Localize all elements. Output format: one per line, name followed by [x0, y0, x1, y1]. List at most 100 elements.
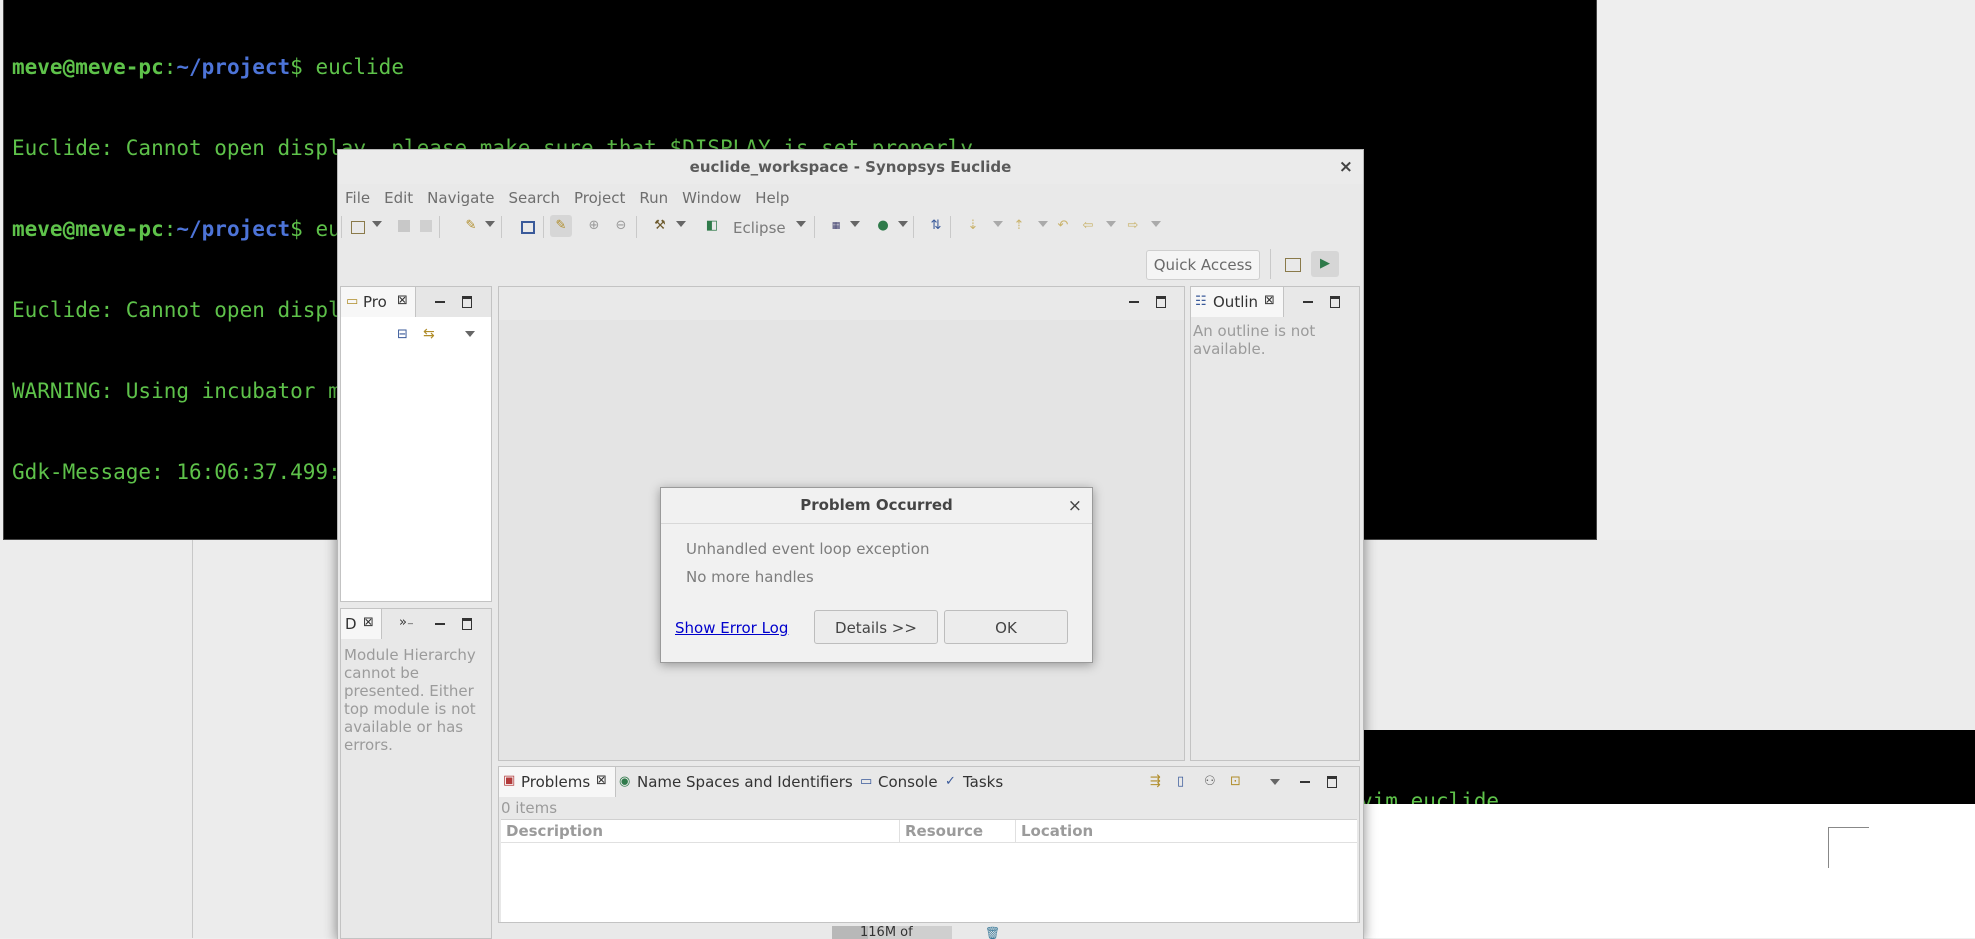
tab-design-hierarchy[interactable]: D ⊠	[341, 609, 382, 639]
run-dropdown-icon[interactable]	[898, 221, 908, 227]
outline-message: An outline is not available.	[1193, 322, 1316, 358]
save-all-icon[interactable]	[420, 220, 432, 232]
editor-header	[499, 287, 1184, 320]
minimize-icon[interactable]	[1303, 301, 1313, 303]
maximize-icon[interactable]	[1156, 296, 1166, 308]
minimize-icon[interactable]	[1300, 781, 1310, 783]
design-tab-label: D	[345, 615, 357, 633]
close-icon[interactable]: ×	[1068, 498, 1082, 515]
highlight-icon[interactable]: ✎	[550, 215, 572, 237]
tab-problems[interactable]: ▣ Problems ⊠	[499, 767, 616, 797]
project-tab-label: Pro	[363, 293, 387, 311]
new-dropdown-icon[interactable]	[372, 221, 382, 227]
back-icon[interactable]: ⇦	[1080, 218, 1096, 234]
dialog-message-1: Unhandled event loop exception	[686, 540, 930, 558]
verdi-dropdown-icon[interactable]	[850, 221, 860, 227]
close-icon[interactable]: ⊠	[596, 773, 607, 788]
tab-project-explorer[interactable]: ▭ Pro ⊠	[341, 287, 416, 317]
close-icon[interactable]: ⊠	[363, 615, 374, 630]
close-icon[interactable]: ⊠	[1264, 293, 1275, 308]
console-icon: ▭	[860, 774, 873, 789]
filter-icon[interactable]: ⇶	[1150, 774, 1161, 789]
table-header: Description Resource Location	[501, 820, 1357, 843]
trash-icon[interactable]: 🗑	[985, 926, 1000, 939]
layout-icon[interactable]: ▯	[1177, 774, 1184, 789]
details-button[interactable]: Details >>	[814, 610, 938, 644]
show-error-log-link[interactable]: Show Error Log	[675, 619, 788, 637]
document-page	[1360, 800, 1975, 938]
ok-button[interactable]: OK	[944, 610, 1068, 644]
wand-icon[interactable]: ✎	[463, 218, 479, 234]
verdi-icon[interactable]: ▦	[828, 218, 844, 234]
menu-help[interactable]: Help	[748, 184, 796, 207]
pin-icon[interactable]: ⊡	[1230, 774, 1241, 789]
prev-annotation-dropdown-icon[interactable]	[1038, 221, 1048, 227]
maximize-icon[interactable]	[462, 618, 472, 630]
forward-dropdown-icon[interactable]	[1151, 221, 1161, 227]
heap-status[interactable]: 116M of 512M	[832, 926, 952, 939]
problems-pane: ▣ Problems ⊠ ◉ Name Spaces and Identifie…	[498, 766, 1360, 923]
close-icon[interactable]: ⊠	[397, 293, 408, 308]
menu-file[interactable]: File	[338, 184, 377, 207]
namespaces-tab-label: Name Spaces and Identifiers	[637, 773, 853, 791]
zoom-in-icon[interactable]: ⊕	[586, 218, 602, 234]
euclide-perspective-icon[interactable]: ▶	[1311, 251, 1339, 277]
back-dropdown-icon[interactable]	[1106, 221, 1116, 227]
minimize-icon[interactable]	[435, 301, 445, 303]
wand-dropdown-icon[interactable]	[485, 221, 495, 227]
binoculars-icon[interactable]: ⚇	[1204, 774, 1216, 789]
column-description[interactable]: Description	[506, 822, 603, 840]
menu-navigate[interactable]: Navigate	[420, 184, 501, 207]
column-location[interactable]: Location	[1021, 822, 1093, 840]
maximize-icon[interactable]	[1327, 776, 1337, 788]
quick-access-field[interactable]: Quick Access	[1146, 250, 1260, 280]
tab-outline[interactable]: ☷ Outlin ⊠	[1191, 287, 1284, 317]
more-views-icon[interactable]: »₋	[399, 615, 414, 630]
column-resource[interactable]: Resource	[905, 822, 983, 840]
hammer-dropdown-icon[interactable]	[676, 221, 686, 227]
save-icon[interactable]	[398, 220, 410, 232]
hammer-icon[interactable]: ⚒	[652, 218, 668, 234]
last-edit-icon[interactable]: ↶	[1055, 218, 1071, 234]
dialog-message-2: No more handles	[686, 568, 814, 586]
menu-window[interactable]: Window	[675, 184, 748, 207]
menu-run[interactable]: Run	[632, 184, 675, 207]
forward-icon[interactable]: ⇨	[1125, 218, 1141, 234]
run-icon[interactable]: ●	[875, 218, 891, 234]
dialog-title: Problem Occurred	[661, 488, 1092, 524]
minimize-icon[interactable]	[1129, 301, 1139, 303]
collapse-all-icon[interactable]: ⊟	[397, 327, 408, 342]
design-hierarchy-pane: D ⊠ »₋ Module Hierarchy cannot be presen…	[340, 608, 492, 939]
terminal-line-1: meve@meve-pc:~/project$ euclide	[12, 55, 404, 79]
new-icon[interactable]	[351, 221, 365, 234]
perspective-dropdown-icon[interactable]	[796, 221, 806, 227]
window-title: euclide_workspace - Synopsys Euclide	[689, 158, 1012, 176]
terminal-line-vim: vim euclide	[1360, 789, 1500, 804]
view-menu-icon[interactable]	[465, 331, 475, 337]
open-perspective-icon[interactable]	[1285, 258, 1301, 272]
zoom-out-icon[interactable]: ⊖	[613, 218, 629, 234]
main-toolbar: ✎ ✎ ⊕ ⊖ ⚒ ◧ Eclipse ▦ ● ⇅ ⇣ ⇡ ↶ ⇦ ⇨	[338, 212, 1363, 244]
maximize-icon[interactable]	[462, 296, 472, 308]
perspective-icon[interactable]: ◧	[704, 218, 720, 234]
close-icon[interactable]: ×	[1339, 159, 1353, 176]
maximize-icon[interactable]	[1330, 296, 1340, 308]
problems-icon: ▣	[503, 773, 516, 788]
prev-annotation-icon[interactable]: ⇡	[1011, 218, 1027, 234]
menu-project[interactable]: Project	[567, 184, 632, 207]
namespaces-icon: ◉	[619, 774, 631, 789]
perspective-label[interactable]: Eclipse	[733, 219, 786, 237]
outline-pane: ☷ Outlin ⊠ An outline is not available.	[1190, 286, 1360, 761]
next-annotation-icon[interactable]: ⇣	[965, 218, 981, 234]
next-annotation-dropdown-icon[interactable]	[993, 221, 1003, 227]
tasks-icon: ✓	[945, 774, 956, 789]
terminal-icon[interactable]	[521, 221, 535, 234]
menu-edit[interactable]: Edit	[377, 184, 420, 207]
link-editor-icon[interactable]: ⇆	[423, 326, 435, 342]
view-menu-icon[interactable]	[1270, 779, 1280, 785]
menu-search[interactable]: Search	[501, 184, 567, 207]
window-titlebar[interactable]: euclide_workspace - Synopsys Euclide ×	[338, 150, 1363, 184]
sync-icon[interactable]: ⇅	[928, 218, 944, 234]
terminal-window-2[interactable]: vim euclide	[1360, 730, 1975, 804]
minimize-icon[interactable]	[435, 623, 445, 625]
